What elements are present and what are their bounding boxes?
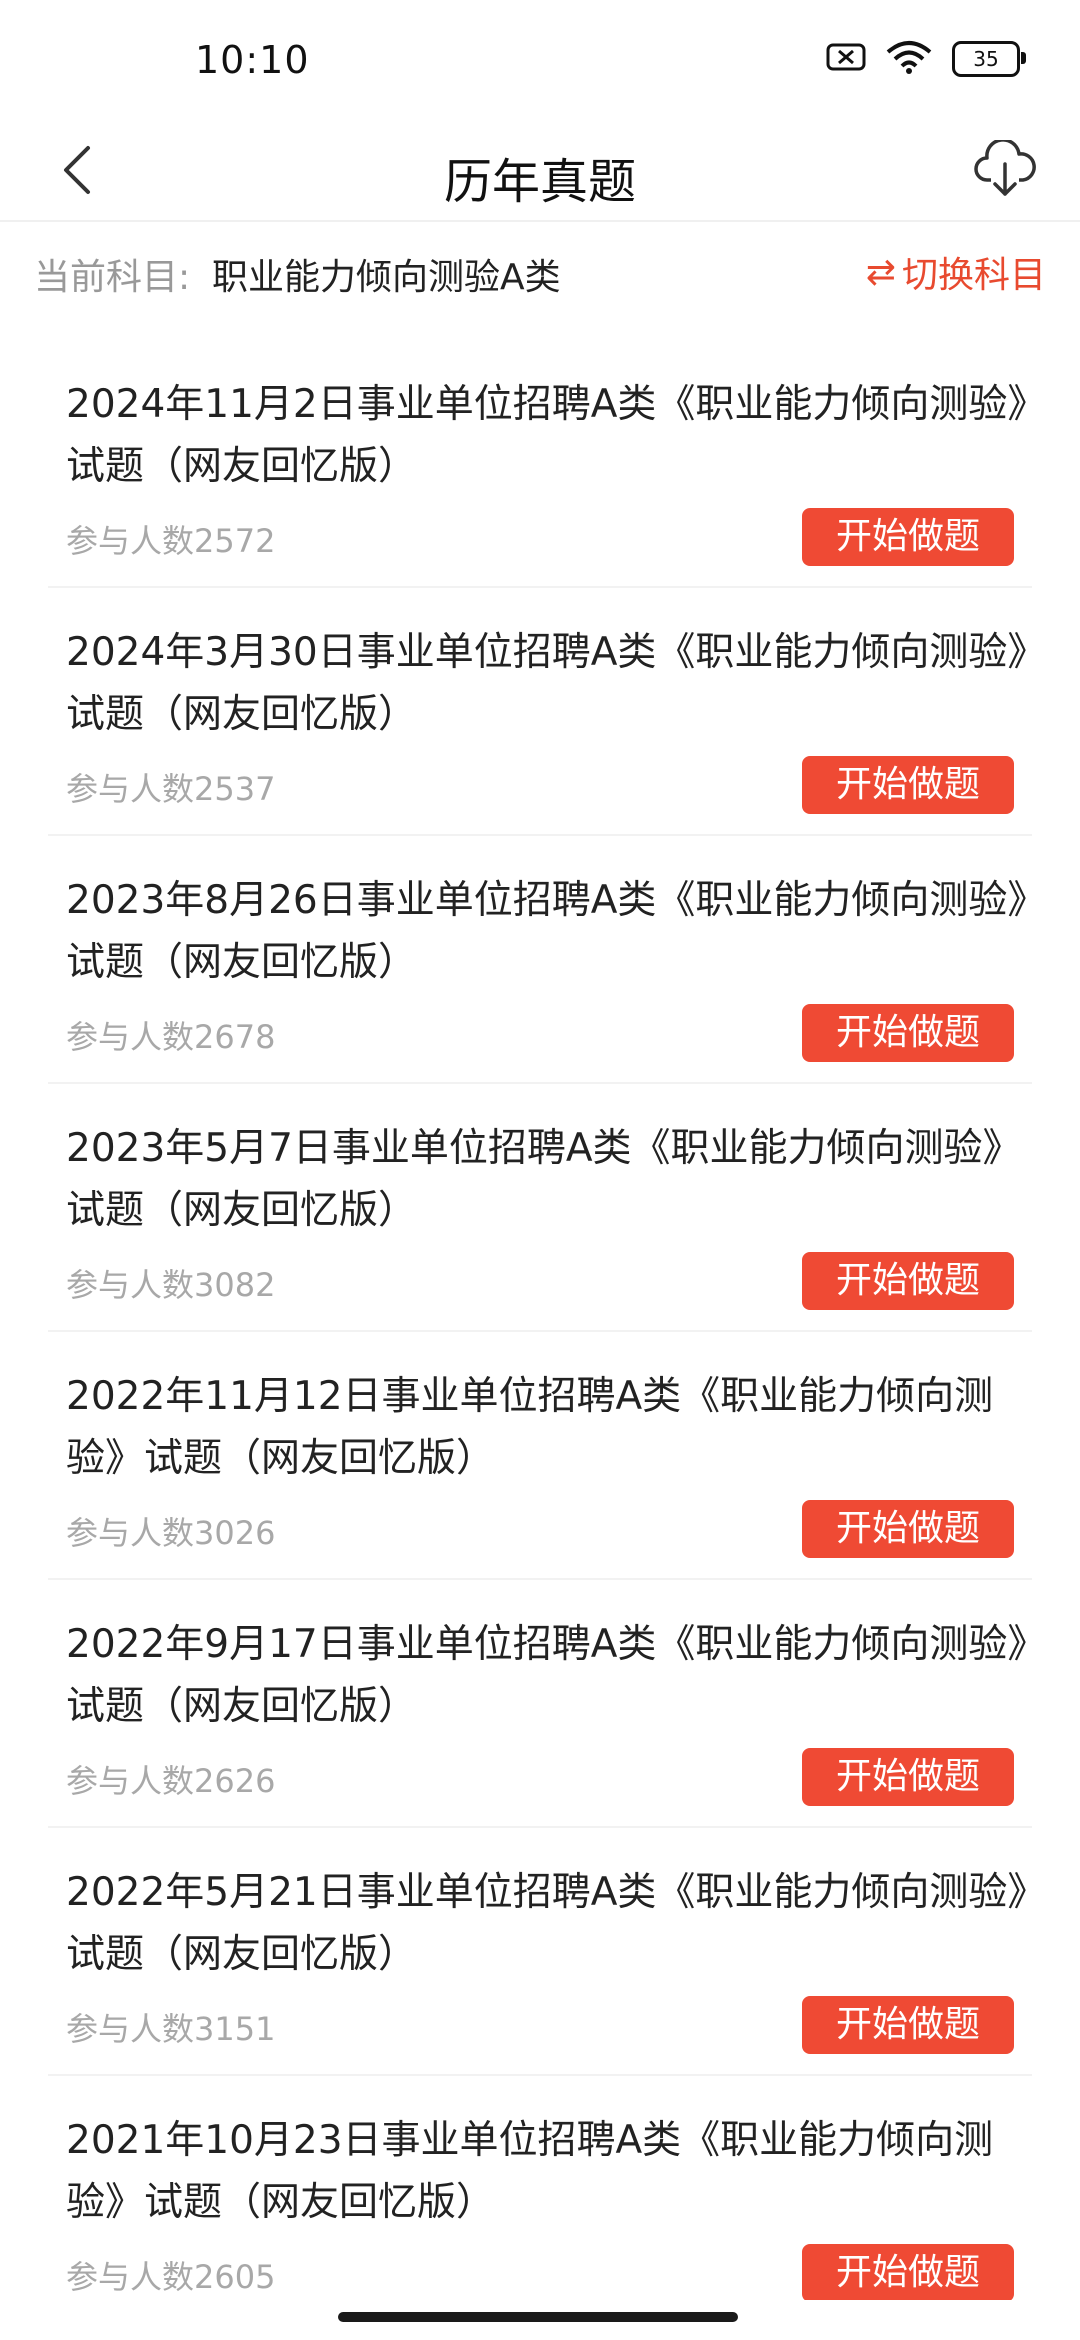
home-indicator[interactable] <box>338 2312 738 2322</box>
subject-bar: 当前科目: 职业能力倾向测验A类 ⇄ 切换科目 <box>0 222 1080 322</box>
status-bar: 10:10 35 <box>0 0 1080 120</box>
start-exam-button[interactable]: 开始做题 <box>802 1004 1014 1062</box>
start-exam-button[interactable]: 开始做题 <box>802 756 1014 814</box>
app-header: 历年真题 <box>0 120 1080 222</box>
subject-value: 职业能力倾向测验A类 <box>212 257 561 298</box>
participant-count: 参与人数3151 <box>66 2010 276 2048</box>
start-exam-button[interactable]: 开始做题 <box>802 1252 1014 1310</box>
exam-title[interactable]: 2024年11月2日事业单位招聘A类《职业能力倾向测验》试题（网友回忆版） <box>66 374 1036 498</box>
wifi-icon <box>884 40 934 78</box>
list-item[interactable]: 2024年3月30日事业单位招聘A类《职业能力倾向测验》试题（网友回忆版） 参与… <box>48 588 1032 836</box>
switch-subject-label: 切换科目 <box>901 255 1046 296</box>
exam-title[interactable]: 2023年5月7日事业单位招聘A类《职业能力倾向测验》试题（网友回忆版） <box>66 1118 1036 1242</box>
participant-count: 参与人数3082 <box>66 1266 276 1304</box>
no-sim-icon <box>826 42 866 76</box>
battery-level: 35 <box>973 47 999 71</box>
participant-count: 参与人数2537 <box>66 770 276 808</box>
status-icons: 35 <box>826 40 1026 78</box>
participant-count: 参与人数2626 <box>66 1762 276 1800</box>
participant-count: 参与人数2678 <box>66 1018 276 1056</box>
list-item[interactable]: 2023年5月7日事业单位招聘A类《职业能力倾向测验》试题（网友回忆版） 参与人… <box>48 1084 1032 1332</box>
participant-count: 参与人数2572 <box>66 522 276 560</box>
list-item[interactable]: 2021年10月23日事业单位招聘A类《职业能力倾向测验》试题（网友回忆版） 参… <box>48 2076 1032 2300</box>
exam-list[interactable]: 2024年11月2日事业单位招聘A类《职业能力倾向测验》试题（网友回忆版） 参与… <box>0 340 1080 2300</box>
exam-title[interactable]: 2021年10月23日事业单位招聘A类《职业能力倾向测验》试题（网友回忆版） <box>66 2110 1036 2234</box>
list-item[interactable]: 2022年11月12日事业单位招聘A类《职业能力倾向测验》试题（网友回忆版） 参… <box>48 1332 1032 1580</box>
switch-subject-button[interactable]: ⇄ 切换科目 <box>866 246 1046 298</box>
list-item[interactable]: 2023年8月26日事业单位招聘A类《职业能力倾向测验》试题（网友回忆版） 参与… <box>48 836 1032 1084</box>
exam-title[interactable]: 2023年8月26日事业单位招聘A类《职业能力倾向测验》试题（网友回忆版） <box>66 870 1036 994</box>
start-exam-button[interactable]: 开始做题 <box>802 508 1014 566</box>
exam-title[interactable]: 2024年3月30日事业单位招聘A类《职业能力倾向测验》试题（网友回忆版） <box>66 622 1036 746</box>
exam-title[interactable]: 2022年9月17日事业单位招聘A类《职业能力倾向测验》试题（网友回忆版） <box>66 1614 1036 1738</box>
exam-title[interactable]: 2022年5月21日事业单位招聘A类《职业能力倾向测验》试题（网友回忆版） <box>66 1862 1036 1986</box>
participant-count: 参与人数3026 <box>66 1514 276 1552</box>
participant-count: 参与人数2605 <box>66 2258 276 2296</box>
subject-label: 当前科目: <box>34 257 191 298</box>
page-title: 历年真题 <box>443 154 636 210</box>
status-time: 10:10 <box>195 38 310 82</box>
start-exam-button[interactable]: 开始做题 <box>802 1996 1014 2054</box>
start-exam-button[interactable]: 开始做题 <box>802 2244 1014 2300</box>
start-exam-button[interactable]: 开始做题 <box>802 1748 1014 1806</box>
exam-title[interactable]: 2022年11月12日事业单位招聘A类《职业能力倾向测验》试题（网友回忆版） <box>66 1366 1036 1490</box>
cloud-download-icon <box>974 140 1036 196</box>
list-item[interactable]: 2024年11月2日事业单位招聘A类《职业能力倾向测验》试题（网友回忆版） 参与… <box>48 340 1032 588</box>
switch-icon: ⇄ <box>865 251 896 293</box>
start-exam-button[interactable]: 开始做题 <box>802 1500 1014 1558</box>
download-button[interactable] <box>960 125 1050 215</box>
list-item[interactable]: 2022年5月21日事业单位招聘A类《职业能力倾向测验》试题（网友回忆版） 参与… <box>48 1828 1032 2076</box>
battery-icon: 35 <box>952 41 1026 77</box>
list-item[interactable]: 2022年9月17日事业单位招聘A类《职业能力倾向测验》试题（网友回忆版） 参与… <box>48 1580 1032 1828</box>
